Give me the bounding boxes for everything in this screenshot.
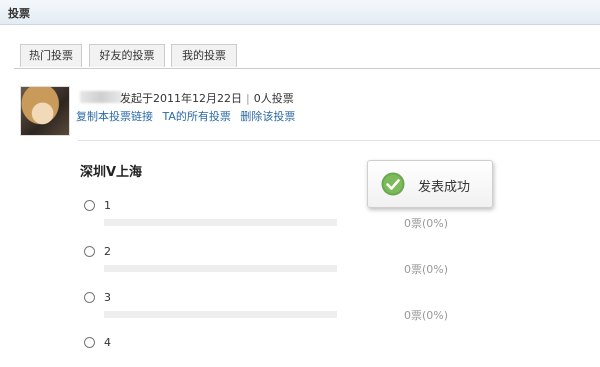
avatar[interactable]	[20, 86, 70, 136]
success-toast: 发表成功	[367, 160, 493, 208]
tab-hot-polls[interactable]: 热门投票	[20, 44, 82, 67]
poll-title: 深圳V上海	[80, 165, 143, 180]
tab-divider	[14, 68, 600, 69]
username-redacted	[80, 91, 122, 103]
delete-poll-link[interactable]: 删除该投票	[240, 110, 295, 123]
panel-title: 投票	[8, 7, 30, 20]
all-polls-link[interactable]: TA的所有投票	[163, 110, 231, 123]
tab-friends-polls[interactable]: 好友的投票	[89, 44, 165, 67]
option-label: 3	[104, 291, 111, 304]
tab-my-polls[interactable]: 我的投票	[171, 44, 237, 67]
post-links: 复制本投票链接 TA的所有投票 删除该投票	[76, 108, 301, 124]
option-label: 2	[104, 245, 111, 258]
option-bar	[104, 219, 337, 226]
option-radio[interactable]	[84, 200, 95, 211]
option-radio[interactable]	[84, 246, 95, 257]
copy-link-button[interactable]: 复制本投票链接	[76, 110, 153, 123]
poll-option: 2 0票(0%)	[84, 245, 484, 276]
vote-count: 0人投票	[253, 92, 294, 105]
option-count: 0票(0%)	[404, 217, 449, 230]
meta-separator: |	[246, 92, 250, 105]
poll-option: 4	[84, 336, 484, 367]
option-label: 1	[104, 199, 111, 212]
post-date: 发起于2011年12月22日	[120, 92, 242, 105]
post-meta: 发起于2011年12月22日 | 0人投票	[120, 90, 294, 106]
toast-message: 发表成功	[418, 180, 471, 195]
panel-header: 投票	[0, 0, 600, 25]
option-bar	[104, 265, 337, 272]
section-divider	[78, 140, 600, 141]
checkmark-icon	[381, 172, 405, 196]
option-radio[interactable]	[84, 292, 95, 303]
option-radio[interactable]	[84, 337, 95, 348]
option-count: 0票(0%)	[404, 263, 449, 276]
option-count: 0票(0%)	[404, 309, 449, 322]
poll-option: 3 0票(0%)	[84, 291, 484, 322]
option-bar	[104, 311, 337, 318]
option-label: 4	[104, 336, 111, 349]
